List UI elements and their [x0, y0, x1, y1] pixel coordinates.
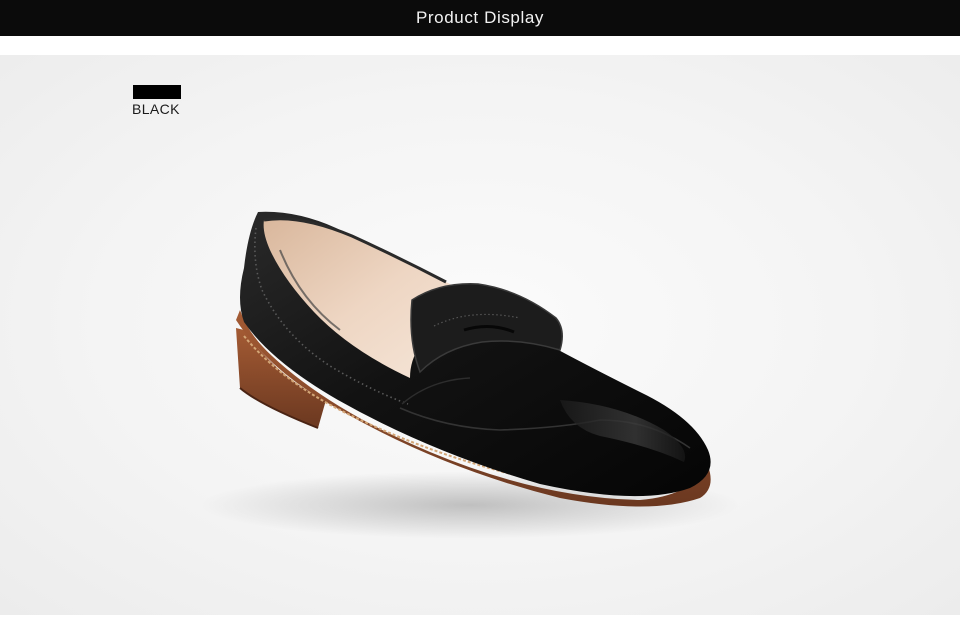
- product-display-page: Product Display BLACK: [0, 0, 960, 635]
- penny-loafer-icon: [200, 211, 740, 539]
